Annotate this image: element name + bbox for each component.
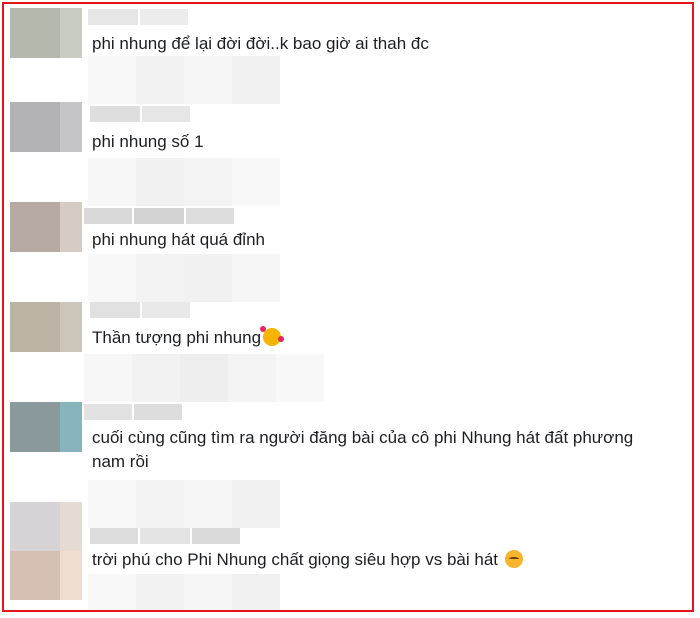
comment-text: cuối cùng cũng tìm ra người đăng bài của… <box>92 428 634 471</box>
comment-text-content: trời phú cho Phi Nhung chất giọng siêu h… <box>92 550 498 569</box>
relieved-face-icon <box>504 550 523 568</box>
commenter-name-redacted[interactable] <box>90 106 190 122</box>
commenter-name-redacted[interactable] <box>90 528 240 544</box>
commenter-name-redacted[interactable] <box>90 302 190 318</box>
smiling-face-with-hearts-icon <box>260 326 285 346</box>
commenter-name-redacted[interactable] <box>88 9 188 25</box>
pixelated-reactions <box>84 354 324 402</box>
comment-text: phi nhung số 1 <box>92 132 204 151</box>
pixelated-reactions <box>88 574 280 610</box>
comment-text: Thần tượng phi nhung <box>92 326 652 350</box>
screenshot-frame: phi nhung để lại đời đời..k bao giờ ai t… <box>2 2 694 612</box>
comment-text: trời phú cho Phi Nhung chất giọng siêu h… <box>92 548 652 572</box>
avatar[interactable] <box>10 102 82 152</box>
comment-text: phi nhung để lại đời đời..k bao giờ ai t… <box>92 34 429 53</box>
avatar[interactable] <box>10 8 82 58</box>
pixelated-reactions <box>88 254 280 302</box>
comment-text-content: Thần tượng phi nhung <box>92 328 262 347</box>
pixelated-reactions <box>88 158 280 206</box>
comment-text: phi nhung hát quá đỉnh <box>92 230 265 249</box>
commenter-name-redacted[interactable] <box>84 404 182 420</box>
avatar[interactable] <box>10 202 82 252</box>
avatar[interactable] <box>10 302 82 352</box>
avatar[interactable] <box>10 402 82 452</box>
commenter-name-redacted[interactable] <box>84 208 234 224</box>
pixelated-reactions <box>88 480 280 528</box>
pixelated-reactions <box>88 56 280 104</box>
avatar[interactable] <box>10 502 82 600</box>
